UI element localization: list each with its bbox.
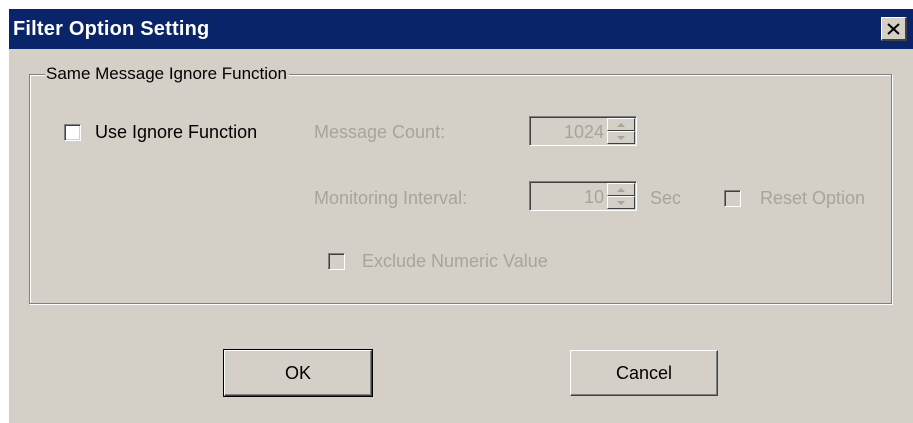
- title-bar[interactable]: Filter Option Setting: [9, 9, 913, 49]
- monitoring-interval-up-button[interactable]: [607, 183, 635, 196]
- group-label: Same Message Ignore Function: [45, 64, 289, 84]
- message-count-spinner[interactable]: 1024: [529, 116, 637, 146]
- exclude-numeric-value-checkbox[interactable]: [328, 253, 345, 270]
- ok-button[interactable]: OK: [223, 349, 373, 397]
- arrow-down-icon: [617, 201, 625, 205]
- use-ignore-function-label[interactable]: Use Ignore Function: [95, 121, 257, 143]
- message-count-up-button[interactable]: [607, 118, 635, 131]
- message-count-spin-buttons: [607, 118, 635, 144]
- monitoring-interval-spinner[interactable]: 10: [529, 181, 637, 211]
- close-button[interactable]: [881, 17, 907, 41]
- use-ignore-function-checkbox[interactable]: [64, 124, 81, 141]
- monitoring-interval-value[interactable]: 10: [584, 186, 604, 208]
- arrow-up-icon: [617, 123, 625, 127]
- message-count-down-button[interactable]: [607, 131, 635, 144]
- exclude-numeric-value-label[interactable]: Exclude Numeric Value: [362, 250, 548, 272]
- arrow-up-icon: [617, 188, 625, 192]
- reset-option-checkbox[interactable]: [724, 190, 741, 207]
- message-count-value[interactable]: 1024: [564, 121, 604, 143]
- reset-option-label[interactable]: Reset Option: [760, 187, 865, 209]
- monitoring-interval-spin-buttons: [607, 183, 635, 209]
- monitoring-interval-label: Monitoring Interval:: [314, 188, 468, 208]
- cancel-button[interactable]: Cancel: [570, 350, 718, 396]
- message-count-label: Message Count:: [314, 122, 446, 142]
- interval-unit-label: Sec: [650, 188, 682, 208]
- monitoring-interval-down-button[interactable]: [607, 196, 635, 209]
- arrow-down-icon: [617, 136, 625, 140]
- window-title: Filter Option Setting: [13, 18, 210, 40]
- close-x-icon: [887, 22, 900, 35]
